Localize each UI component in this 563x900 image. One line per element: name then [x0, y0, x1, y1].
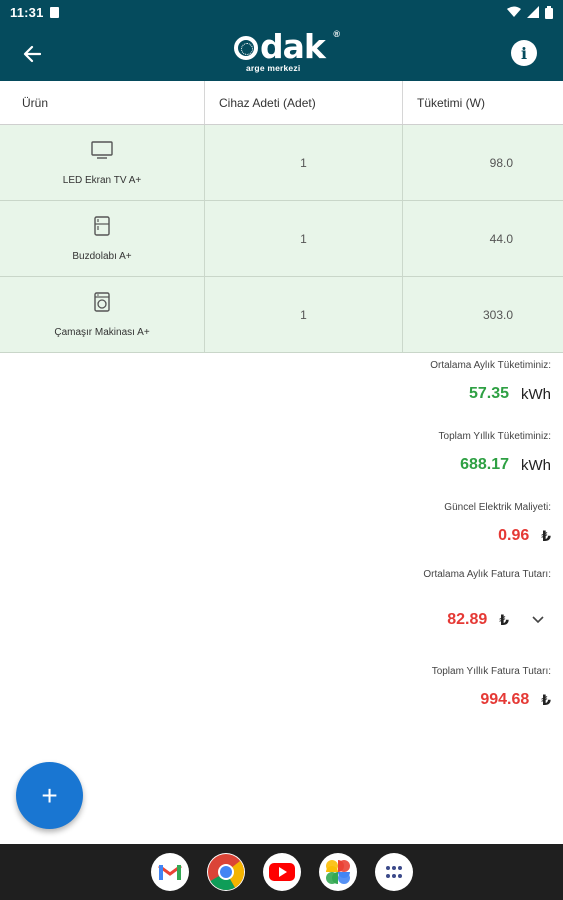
yearly-bill-label: Toplam Yıllık Fatura Tutarı:	[431, 666, 551, 677]
app-bar: dak ® arge merkezi i	[0, 24, 563, 81]
yearly-consumption-line: 688.17 kWh	[251, 442, 551, 488]
logo-wordmark: dak	[234, 30, 334, 64]
tv-icon	[91, 139, 113, 161]
product-cell: Buzdolabı A+	[0, 201, 205, 276]
logo-subtitle: arge merkezi	[246, 63, 301, 73]
chrome-icon[interactable]	[206, 853, 245, 891]
currency-symbol: ₺	[541, 527, 551, 544]
wifi-icon	[507, 6, 521, 17]
table-header: Ürün Cihaz Adeti (Adet) Tüketimi (W)	[0, 81, 563, 125]
monthly-consumption-unit: kWh	[521, 385, 551, 403]
electricity-cost-value: 0.96	[498, 527, 530, 544]
header-device-count: Cihaz Adeti (Adet)	[205, 81, 403, 124]
washing-machine-icon	[91, 291, 113, 313]
back-button[interactable]	[18, 40, 46, 68]
fridge-icon	[91, 215, 113, 237]
monthly-consumption-label: Ortalama Aylık Tüketiminiz:	[430, 360, 551, 371]
monthly-bill-label: Ortalama Aylık Fatura Tutarı:	[423, 569, 551, 580]
product-name: Buzdolabı A+	[72, 251, 132, 262]
currency-symbol: ₺	[499, 611, 509, 628]
table-row[interactable]: LED Ekran TV A+ 1 98.0	[0, 125, 563, 201]
consumption-table: Ürün Cihaz Adeti (Adet) Tüketimi (W) LED…	[0, 81, 563, 353]
sim-icon	[49, 6, 59, 18]
monthly-consumption-value: 57.35	[468, 385, 509, 402]
photos-icon[interactable]	[318, 853, 357, 891]
table-row[interactable]: Buzdolabı A+ 1 44.0	[0, 201, 563, 277]
status-icons	[507, 5, 553, 19]
signal-icon	[527, 6, 539, 18]
status-bar: 11:31	[0, 0, 563, 24]
odak-logo: dak ® arge merkezi	[234, 29, 340, 76]
logo-registered-mark: ®	[333, 29, 340, 39]
chevron-down-icon[interactable]	[531, 613, 545, 627]
count-cell: 1	[205, 125, 403, 200]
header-consumption: Tüketimi (W)	[417, 95, 485, 110]
system-dock	[0, 844, 563, 900]
watts-cell: 303.0	[482, 307, 513, 322]
product-name: Çamaşır Makinası A+	[54, 327, 150, 338]
product-name: LED Ekran TV A+	[62, 175, 142, 186]
gmail-icon[interactable]	[150, 853, 189, 891]
battery-icon	[545, 5, 553, 19]
watts-cell: 44.0	[489, 231, 513, 246]
monthly-bill-value: 82.89	[447, 611, 488, 628]
info-icon: i	[520, 43, 528, 63]
monthly-bill-line[interactable]: 82.89 ₺	[251, 580, 551, 660]
add-device-button[interactable]: +	[16, 762, 83, 829]
watts-cell: 98.0	[489, 155, 513, 170]
info-button[interactable]: i	[511, 40, 537, 66]
logo-text: dak	[260, 27, 326, 66]
count-cell: 1	[205, 201, 403, 276]
monthly-consumption-line: 57.35 kWh	[251, 371, 551, 417]
yearly-bill-line: 994.68 ₺	[251, 677, 551, 723]
product-cell: LED Ekran TV A+	[0, 125, 205, 200]
currency-symbol: ₺	[541, 691, 551, 708]
product-cell: Çamaşır Makinası A+	[0, 277, 205, 352]
status-time: 11:31	[10, 4, 44, 20]
electricity-cost-label: Güncel Elektrik Maliyeti:	[444, 502, 551, 513]
plus-icon: +	[41, 779, 58, 811]
table-row[interactable]: Çamaşır Makinası A+ 1 303.0	[0, 277, 563, 353]
logo-o-icon	[234, 36, 258, 60]
yearly-consumption-value: 688.17	[460, 456, 509, 473]
header-product: Ürün	[0, 81, 205, 124]
yearly-consumption-unit: kWh	[521, 456, 551, 474]
app-drawer-icon[interactable]	[374, 853, 413, 891]
yearly-consumption-label: Toplam Yıllık Tüketiminiz:	[438, 431, 551, 442]
summary-panel: Ortalama Aylık Tüketiminiz: 57.35 kWh To…	[251, 360, 551, 723]
back-arrow-icon	[23, 45, 41, 63]
electricity-cost-line: 0.96 ₺	[251, 513, 551, 559]
youtube-icon[interactable]	[262, 853, 301, 891]
count-cell: 1	[205, 277, 403, 352]
yearly-bill-value: 994.68	[480, 691, 530, 708]
